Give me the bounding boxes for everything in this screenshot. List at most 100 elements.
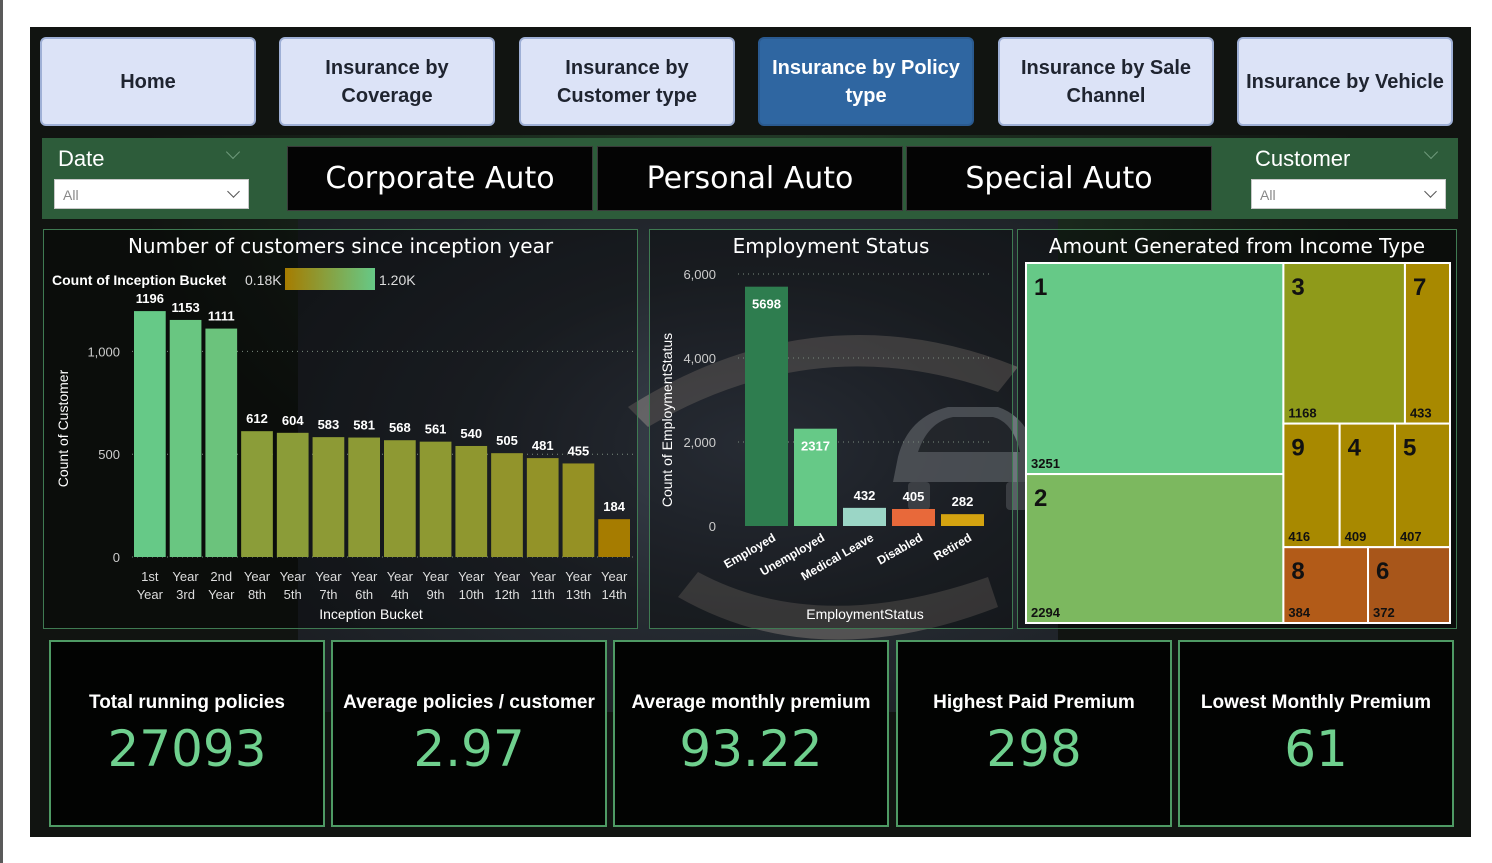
bar[interactable] [526,458,559,557]
data-label: 5698 [752,297,781,312]
nav-label: Insurance by Vehicle [1246,70,1444,93]
employment-bar-chart: 0 2,000 4,000 6,000 Count of EmploymentStatu… [659,267,990,622]
nav-button-vehicle[interactable]: Insurance by Vehicle [1237,37,1453,126]
x-tick-label: Year [315,569,342,584]
x-tick-label: Year [422,569,449,584]
policy-tile-label: Corporate Auto [325,161,555,196]
y-tick-label: 0 [709,519,716,534]
nav-button-policy-type[interactable]: Insurance by Policy type [758,37,974,126]
x-tick-label: 8th [248,587,266,602]
kpi-label: Total running policies [89,692,285,713]
data-label: 583 [318,417,340,432]
nav-label: Insurance by Policy type [772,56,960,107]
bar[interactable] [892,508,935,526]
inception-bar-chart: Count of Inception Bucket 0.18K 1.20K 0 500 1… [52,268,634,622]
policy-tile-label: Special Auto [965,161,1153,196]
inception-chart-panel: Number of customers since inception year… [43,229,638,629]
data-label: 581 [353,418,375,433]
nav-button-home[interactable]: Home [40,37,256,126]
bar[interactable] [348,437,380,557]
kpi-value: 2.97 [413,720,525,778]
x-tick-label: Year [601,569,628,584]
data-label: 481 [532,438,554,453]
chevron-down-icon [1424,185,1437,198]
x-tick-label: 4th [391,587,409,602]
income-treemap-panel: Amount Generated from Income Type 1 3251 2… [1017,229,1457,629]
kpi-highest-paid-premium: Highest Paid Premium 298 [896,640,1172,827]
kpi-label: Highest Paid Premium [933,692,1135,713]
data-label: 1196 [136,291,164,306]
data-label: 561 [425,422,447,437]
bar[interactable] [941,514,984,526]
treemap-category-label: 8 [1291,558,1304,585]
policy-tile-personal-auto[interactable]: Personal Auto [597,146,903,211]
x-tick-label: 9th [427,587,445,602]
bar[interactable] [598,519,630,557]
x-tick-label: Year [530,569,557,584]
data-label: 604 [282,413,304,428]
bar[interactable] [312,437,345,557]
bar[interactable] [384,440,416,557]
customer-dropdown-value: All [1260,187,1276,203]
legend-min-label: 0.18K [245,272,282,288]
policy-tile-label: Personal Auto [646,161,854,196]
bar[interactable] [562,463,595,557]
kpi-label: Average monthly premium [631,692,871,713]
kpi-lowest-monthly-premium: Lowest Monthly Premium 61 [1178,640,1454,827]
y-tick-label: 1,000 [87,344,120,359]
treemap-tile[interactable] [1403,262,1451,425]
legend-gradient [285,268,375,290]
nav-button-coverage[interactable]: Insurance by Coverage [279,37,495,126]
bar[interactable] [169,319,202,557]
date-dropdown[interactable]: All [54,179,249,209]
x-tick-label: Year [172,569,199,584]
y-tick-label: 6,000 [683,267,716,282]
bar[interactable] [241,431,273,557]
legend-max-label: 1.20K [379,272,416,288]
x-tick-label: Year [458,569,485,584]
x-tick-label: Year [565,569,592,584]
income-treemap: 1 3251 2 2294 3 1168 7 433 9 416 4 409 5 407 8 384 6 372 [1025,262,1452,625]
bar[interactable] [491,453,523,557]
treemap-value-label: 433 [1410,406,1432,421]
x-tick-label: 13th [566,587,591,602]
nav-button-customer-type[interactable]: Insurance by Customer type [519,37,735,126]
data-label: 405 [903,489,925,504]
x-tick-label: 14th [601,587,626,602]
nav-label: Home [120,70,176,93]
nav-button-sale-channel[interactable]: Insurance by Sale Channel [998,37,1214,126]
treemap-tile[interactable] [1025,473,1285,624]
x-tick-label: 6th [355,587,373,602]
bar[interactable] [205,328,238,557]
bar[interactable] [134,311,166,557]
data-label: 2317 [801,439,830,454]
bar[interactable] [276,432,309,557]
treemap-category-label: 6 [1376,558,1389,585]
x-tick-label: Retired [931,530,974,563]
x-tick-label: Disabled [875,530,925,567]
treemap-category-label: 4 [1348,435,1362,462]
treemap-value-label: 416 [1288,529,1310,544]
x-axis-label: Inception Bucket [319,606,423,622]
date-slicer-title: Date [58,146,105,171]
data-label: 540 [460,426,482,441]
bar[interactable] [419,441,452,557]
bar[interactable] [455,445,488,557]
data-label: 505 [496,433,518,448]
x-tick-label: Year [208,587,235,602]
policy-tile-special-auto[interactable]: Special Auto [906,146,1212,211]
x-tick-label: 1st [141,569,159,584]
data-label: 568 [389,420,411,435]
treemap-category-label: 5 [1403,435,1416,462]
kpi-value: 27093 [107,720,267,778]
y-tick-label: 0 [113,550,120,565]
kpi-label: Lowest Monthly Premium [1200,692,1432,713]
treemap-tile[interactable] [1025,262,1285,476]
bar[interactable] [843,507,886,526]
kpi-value: 298 [986,720,1082,778]
customer-dropdown[interactable]: All [1251,179,1446,209]
policy-tile-corporate-auto[interactable]: Corporate Auto [287,146,593,211]
x-tick-label: 5th [284,587,302,602]
bar[interactable] [745,286,788,526]
x-tick-label: 2nd [210,569,232,584]
